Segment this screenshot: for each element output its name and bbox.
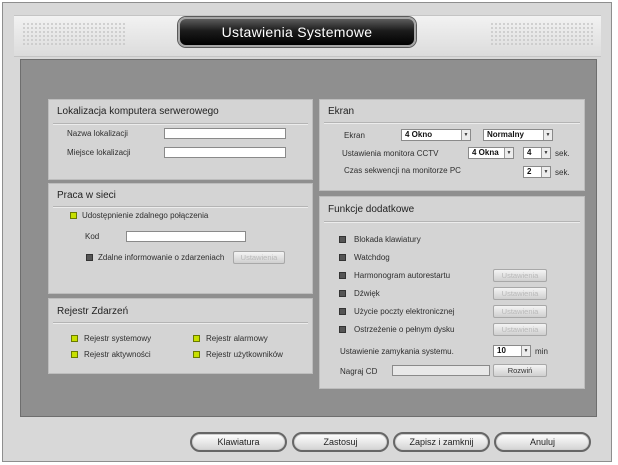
location-place-label: Miejsce lokalizacji (67, 148, 131, 157)
log-alarm-label: Rejestr alarmowy (206, 334, 268, 343)
location-name-input[interactable] (164, 128, 286, 139)
sequence-seconds-select[interactable]: 2 ▼ (523, 166, 551, 178)
shutdown-value: 10 (497, 346, 506, 355)
shutdown-unit: min (535, 347, 548, 356)
chevron-down-icon: ▼ (541, 148, 550, 158)
cctv-label: Ustawienia monitora CCTV (342, 149, 439, 158)
network-settings-button[interactable]: Ustawienia (233, 251, 285, 264)
log-users-label: Rejestr użytkowników (206, 350, 283, 359)
restart-schedule-checkbox[interactable] (339, 272, 346, 279)
remote-sharing-label: Udostępnienie zdalnego połączenia (82, 211, 209, 220)
chevron-down-icon: ▼ (521, 346, 530, 356)
chevron-down-icon: ▼ (541, 167, 550, 177)
sequence-label: Czas sekwencji na monitorze PC (344, 166, 461, 175)
sound-settings-button[interactable]: Ustawienia (493, 287, 547, 300)
event-log-panel: Rejestr Zdarzeń Rejestr systemowy Rejest… (48, 298, 313, 374)
burn-cd-input[interactable] (392, 365, 490, 376)
watchdog-checkbox[interactable] (339, 254, 346, 261)
keyboard-lock-checkbox[interactable] (339, 236, 346, 243)
shutdown-select[interactable]: 10 ▼ (493, 345, 531, 357)
expand-button[interactable]: Rozwiń (493, 364, 547, 377)
extra-functions-panel-title: Funkcje dodatkowe (328, 204, 415, 215)
remote-sharing-checkbox[interactable] (70, 212, 77, 219)
header-pattern-left (22, 22, 127, 46)
cancel-button[interactable]: Anuluj (494, 432, 591, 452)
cctv-seconds-select[interactable]: 4 ▼ (523, 147, 551, 159)
disk-warning-label: Ostrzeżenie o pełnym dysku (354, 325, 455, 334)
email-checkbox[interactable] (339, 308, 346, 315)
location-name-label: Nazwa lokalizacji (67, 129, 128, 138)
location-panel-title: Lokalizacja komputera serwerowego (57, 106, 219, 117)
screen-mode-select[interactable]: Normalny ▼ (483, 129, 553, 141)
burn-cd-label: Nagraj CD (340, 367, 378, 376)
sequence-unit: sek. (555, 168, 570, 177)
watchdog-label: Watchdog (354, 253, 390, 262)
chevron-down-icon: ▼ (543, 130, 552, 140)
log-alarm-checkbox[interactable] (193, 335, 200, 342)
screen-panel-title: Ekran (328, 106, 355, 117)
disk-settings-button[interactable]: Ustawienia (493, 323, 547, 336)
cctv-seconds-value: 4 (527, 148, 532, 157)
log-users-checkbox[interactable] (193, 351, 200, 358)
screen-label: Ekran (344, 131, 365, 140)
panel-divider (53, 322, 308, 324)
code-input[interactable] (126, 231, 246, 242)
chevron-down-icon: ▼ (504, 148, 513, 158)
save-close-button[interactable]: Zapisz i zamknij (393, 432, 490, 452)
screen-layout-value: 4 Okno (405, 130, 433, 139)
network-panel-title: Praca w sieci (57, 190, 116, 201)
cctv-layout-select[interactable]: 4 Okna ▼ (468, 147, 514, 159)
location-panel: Lokalizacja komputera serwerowego Nazwa … (48, 99, 313, 180)
screen-mode-value: Normalny (487, 130, 524, 139)
network-panel: Praca w sieci Udostępnienie zdalnego poł… (48, 183, 313, 294)
cctv-layout-value: 4 Okna (472, 148, 499, 157)
remote-notify-label: Zdalne informowanie o zdarzeniach (98, 253, 225, 262)
sequence-seconds-value: 2 (527, 167, 532, 176)
extra-functions-panel: Funkcje dodatkowe Blokada klawiatury Wat… (319, 196, 585, 389)
cctv-unit: sek. (555, 149, 570, 158)
restart-schedule-label: Harmonogram autorestartu (354, 271, 451, 280)
location-place-input[interactable] (164, 147, 286, 158)
log-system-label: Rejestr systemowy (84, 334, 152, 343)
code-label: Kod (85, 232, 100, 241)
window-title: Ustawienia Systemowe (178, 17, 416, 47)
screen-panel: Ekran Ekran 4 Okno ▼ Normalny ▼ Ustawienia… (319, 99, 585, 191)
keyboard-lock-label: Blokada klawiatury (354, 235, 421, 244)
log-activity-label: Rejestr aktywności (84, 350, 151, 359)
sound-label: Dźwięk (354, 289, 380, 298)
disk-warning-checkbox[interactable] (339, 326, 346, 333)
email-settings-button[interactable]: Ustawienia (493, 305, 547, 318)
restart-settings-button[interactable]: Ustawienia (493, 269, 547, 282)
header-pattern-right (490, 22, 595, 46)
keyboard-button[interactable]: Klawiatura (190, 432, 287, 452)
apply-button[interactable]: Zastosuj (292, 432, 389, 452)
panel-divider (53, 206, 308, 208)
remote-notify-checkbox[interactable] (86, 254, 93, 261)
panel-divider (324, 221, 580, 223)
sound-checkbox[interactable] (339, 290, 346, 297)
log-activity-checkbox[interactable] (71, 351, 78, 358)
event-log-panel-title: Rejestr Zdarzeń (57, 306, 129, 317)
email-label: Użycie poczty elektronicznej (354, 307, 455, 316)
panel-divider (53, 123, 308, 125)
screen-layout-select[interactable]: 4 Okno ▼ (401, 129, 471, 141)
log-system-checkbox[interactable] (71, 335, 78, 342)
shutdown-label: Ustawienie zamykania systemu. (340, 347, 454, 356)
panel-divider (324, 122, 580, 124)
chevron-down-icon: ▼ (461, 130, 470, 140)
settings-area: Lokalizacja komputera serwerowego Nazwa … (20, 59, 597, 417)
